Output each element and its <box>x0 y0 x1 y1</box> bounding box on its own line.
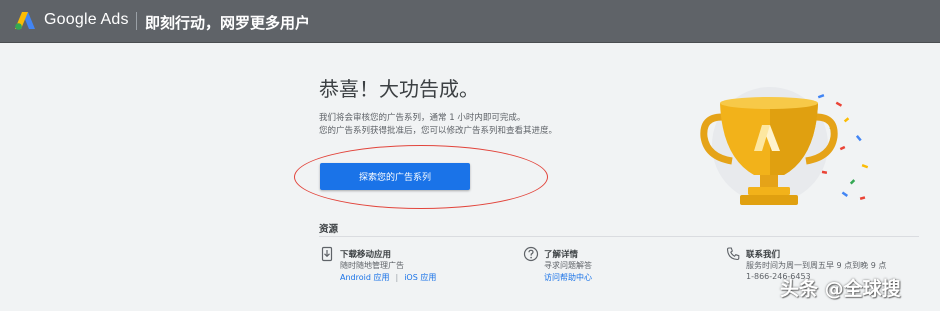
resource-subtitle: 服务时间为周一到周五早 9 点到晚 9 点 <box>746 261 887 270</box>
resource-title: 联系我们 <box>746 250 781 260</box>
top-bar: Google Ads 即刻行动，网罗更多用户 <box>0 0 940 43</box>
phone-icon <box>726 247 740 261</box>
resource-subtitle: 随时随地管理广告 <box>340 261 404 270</box>
resource-subtitle: 寻求问题解答 <box>544 261 592 270</box>
description: 我们将会审核您的广告系列，通常 1 小时内即可完成。 您的广告系列获得批准后，您… <box>319 112 557 138</box>
header-tagline: 即刻行动，网罗更多用户 <box>145 14 311 32</box>
description-line: 您的广告系列获得批准后，您可以修改广告系列和查看其进度。 <box>319 126 558 136</box>
ios-app-link[interactable]: iOS 应用 <box>404 273 436 282</box>
explore-campaigns-button[interactable]: 探索您的广告系列 <box>320 163 470 190</box>
resource-learn-more: 了解详情 寻求问题解答 访问帮助中心 <box>523 246 703 290</box>
android-app-link[interactable]: Android 应用 <box>340 273 389 282</box>
resource-links: 访问帮助中心 <box>544 272 592 283</box>
help-icon <box>523 246 539 262</box>
resource-title: 了解详情 <box>544 250 579 260</box>
main-content: 恭喜！大功告成。 我们将会审核您的广告系列，通常 1 小时内即可完成。 您的广告… <box>0 43 940 311</box>
link-separator: | <box>395 273 399 282</box>
watermark: 头条 @全球搜 <box>780 278 901 300</box>
resource-links: Android 应用 | iOS 应用 <box>340 272 436 283</box>
phone-download-icon <box>321 246 333 262</box>
resources-heading: 资源 <box>319 224 339 235</box>
description-line: 我们将会审核您的广告系列，通常 1 小时内即可完成。 <box>319 113 526 123</box>
trophy-illustration <box>700 87 869 205</box>
resources-divider <box>319 236 919 237</box>
help-center-link[interactable]: 访问帮助中心 <box>544 273 592 282</box>
google-ads-logo[interactable] <box>14 11 36 31</box>
resource-mobile-app: 下载移动应用 随时随地管理广告 Android 应用 | iOS 应用 <box>319 246 499 290</box>
brand-name[interactable]: Google Ads <box>44 11 129 29</box>
resource-title: 下载移动应用 <box>340 250 392 260</box>
header-divider <box>136 12 137 30</box>
page-title: 恭喜！大功告成。 <box>319 77 479 101</box>
